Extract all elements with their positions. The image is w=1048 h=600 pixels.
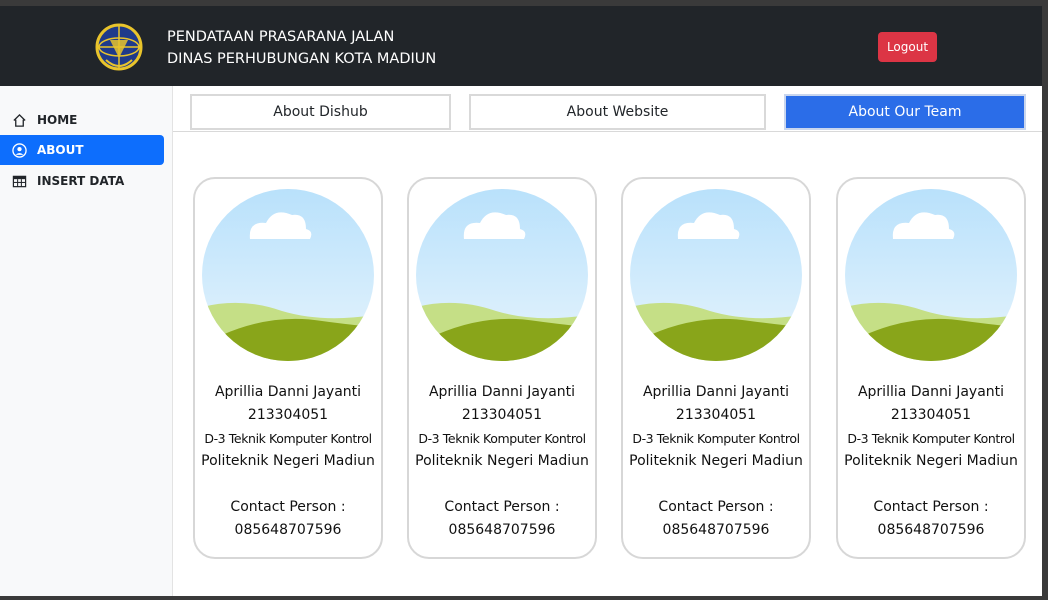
member-nim: 213304051 bbox=[890, 407, 972, 423]
contact-phone: 085648707596 bbox=[662, 522, 770, 538]
logout-button[interactable]: Logout bbox=[878, 32, 937, 62]
member-photo-placeholder bbox=[630, 189, 802, 361]
member-campus: Politeknik Negeri Madiun bbox=[629, 453, 803, 469]
app-window: PENDATAAN PRASARANA JALAN DINAS PERHUBUN… bbox=[0, 0, 1048, 600]
team-member-card: Aprillia Danni Jayanti 213304051 D-3 Tekni… bbox=[621, 177, 811, 559]
member-contact: Contact Person : 085648707596 bbox=[195, 496, 381, 542]
contact-label: Contact Person : bbox=[444, 499, 560, 515]
contact-phone: 085648707596 bbox=[234, 522, 342, 538]
member-nim: 213304051 bbox=[675, 407, 757, 423]
sidebar-item-about[interactable]: ABOUT bbox=[0, 135, 164, 165]
member-photo-placeholder bbox=[416, 189, 588, 361]
member-info: Aprillia Danni Jayanti 213304051 D-3 Tekni… bbox=[195, 381, 381, 473]
sidebar: HOME ABOUT INSERT DATA bbox=[0, 86, 173, 596]
member-campus: Politeknik Negeri Madiun bbox=[415, 453, 589, 469]
member-info: Aprillia Danni Jayanti 213304051 D-3 Tekni… bbox=[409, 381, 595, 473]
contact-label: Contact Person : bbox=[873, 499, 989, 515]
sidebar-item-label: ABOUT bbox=[37, 143, 84, 157]
member-contact: Contact Person : 085648707596 bbox=[409, 496, 595, 542]
top-navbar: PENDATAAN PRASARANA JALAN DINAS PERHUBUN… bbox=[0, 6, 1042, 86]
sidebar-item-label: HOME bbox=[37, 113, 78, 127]
brand-line-1: PENDATAAN PRASARANA JALAN bbox=[167, 29, 395, 45]
team-member-card: Aprillia Danni Jayanti 213304051 D-3 Tekni… bbox=[193, 177, 383, 559]
table-icon bbox=[11, 173, 27, 189]
contact-phone: 085648707596 bbox=[877, 522, 985, 538]
member-photo-placeholder bbox=[845, 189, 1017, 361]
sidebar-item-label: INSERT DATA bbox=[37, 174, 125, 188]
contact-label: Contact Person : bbox=[230, 499, 346, 515]
team-member-card: Aprillia Danni Jayanti 213304051 D-3 Tekni… bbox=[407, 177, 597, 559]
member-campus: Politeknik Negeri Madiun bbox=[201, 453, 375, 469]
contact-label: Contact Person : bbox=[658, 499, 774, 515]
tab-about-our-team[interactable]: About Our Team bbox=[784, 94, 1026, 130]
member-program: D-3 Teknik Komputer Kontrol bbox=[418, 431, 586, 446]
member-program: D-3 Teknik Komputer Kontrol bbox=[847, 431, 1015, 446]
brand-title: PENDATAAN PRASARANA JALAN DINAS PERHUBUN… bbox=[167, 26, 436, 70]
member-info: Aprillia Danni Jayanti 213304051 D-3 Tekni… bbox=[623, 381, 809, 473]
member-info: Aprillia Danni Jayanti 213304051 D-3 Tekni… bbox=[838, 381, 1024, 473]
sidebar-item-insert-data[interactable]: INSERT DATA bbox=[0, 166, 164, 196]
member-name: Aprillia Danni Jayanti bbox=[857, 384, 1005, 400]
team-member-card: Aprillia Danni Jayanti 213304051 D-3 Tekni… bbox=[836, 177, 1026, 559]
member-name: Aprillia Danni Jayanti bbox=[214, 384, 362, 400]
member-photo-placeholder bbox=[202, 189, 374, 361]
home-icon bbox=[11, 112, 27, 128]
dishub-logo bbox=[92, 20, 146, 74]
member-name: Aprillia Danni Jayanti bbox=[428, 384, 576, 400]
tab-about-website[interactable]: About Website bbox=[469, 94, 766, 130]
member-contact: Contact Person : 085648707596 bbox=[623, 496, 809, 542]
member-contact: Contact Person : 085648707596 bbox=[838, 496, 1024, 542]
member-program: D-3 Teknik Komputer Kontrol bbox=[632, 431, 800, 446]
member-name: Aprillia Danni Jayanti bbox=[642, 384, 790, 400]
member-campus: Politeknik Negeri Madiun bbox=[844, 453, 1018, 469]
contact-phone: 085648707596 bbox=[448, 522, 556, 538]
user-circle-icon bbox=[11, 142, 27, 158]
sidebar-item-home[interactable]: HOME bbox=[0, 105, 164, 135]
tab-about-dishub[interactable]: About Dishub bbox=[190, 94, 451, 130]
member-nim: 213304051 bbox=[461, 407, 543, 423]
member-nim: 213304051 bbox=[247, 407, 329, 423]
brand-line-2: DINAS PERHUBUNGAN KOTA MADIUN bbox=[167, 51, 437, 67]
about-tabs: About Dishub About Website About Our Tea… bbox=[173, 86, 1042, 132]
member-program: D-3 Teknik Komputer Kontrol bbox=[204, 431, 372, 446]
